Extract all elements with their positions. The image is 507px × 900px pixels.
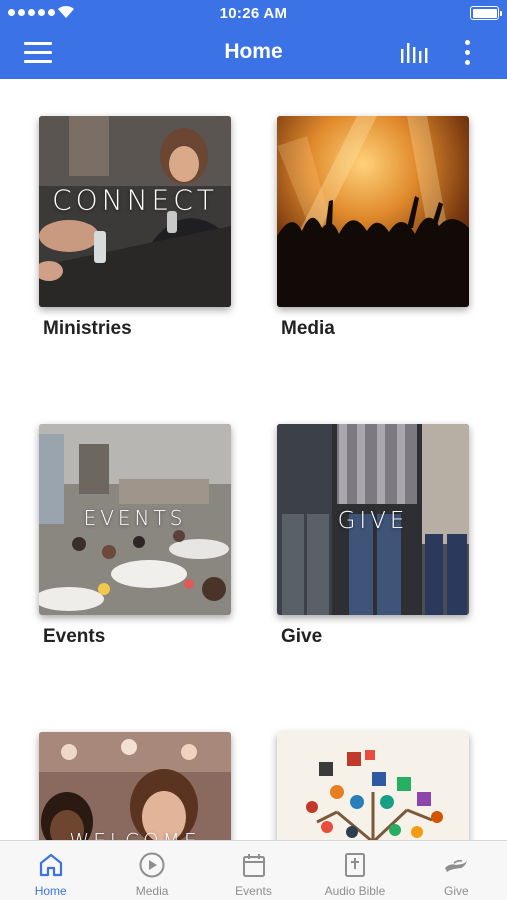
tab-label: Home [34, 884, 67, 898]
audio-bars-icon[interactable] [400, 40, 430, 64]
tile-overlay-text: EVENTS [83, 505, 187, 530]
tab-home[interactable]: Home [0, 841, 101, 900]
tile-label: Give [281, 626, 323, 647]
tile-overlay-text: GIVE [337, 508, 409, 535]
tile-give[interactable]: GIVE Give [277, 424, 469, 647]
tab-media[interactable]: Media [101, 841, 202, 900]
play-icon [139, 852, 165, 878]
tab-label: Events [235, 884, 272, 898]
tab-audio-bible[interactable]: Audio Bible [304, 841, 405, 900]
tile-label: Ministries [43, 318, 132, 339]
tile-image: GIVE [277, 424, 469, 615]
bottom-tab-bar: Home Media Events Audio Bible Give [0, 840, 507, 900]
tab-give[interactable]: Give [406, 841, 507, 900]
tile-events[interactable]: EVENTS Events [39, 424, 231, 647]
tab-label: Audio Bible [324, 884, 386, 898]
calendar-icon [242, 854, 265, 877]
page-title: Home [224, 40, 283, 63]
tile-ministries[interactable]: CONNECT Ministries [39, 116, 231, 339]
tile-overlay-text: CONNECT [52, 183, 218, 217]
more-options-icon[interactable] [458, 38, 478, 66]
tile-image [277, 116, 469, 307]
tile-image: EVENTS [39, 424, 231, 615]
tab-label: Give [443, 884, 469, 898]
tab-events[interactable]: Events [203, 841, 304, 900]
battery-icon [470, 6, 502, 20]
tile-label: Media [281, 318, 335, 339]
bible-icon [344, 853, 365, 877]
tile-label: Events [43, 626, 106, 647]
tab-label: Media [135, 884, 169, 898]
top-bar: 10:26 AM Home [0, 0, 507, 79]
tile-media[interactable]: Media [277, 116, 469, 339]
status-bar: 10:26 AM [0, 0, 507, 28]
giving-hand-icon [445, 859, 468, 872]
status-time: 10:26 AM [219, 5, 288, 22]
home-icon [39, 853, 62, 877]
tile-image: CONNECT [39, 116, 231, 307]
